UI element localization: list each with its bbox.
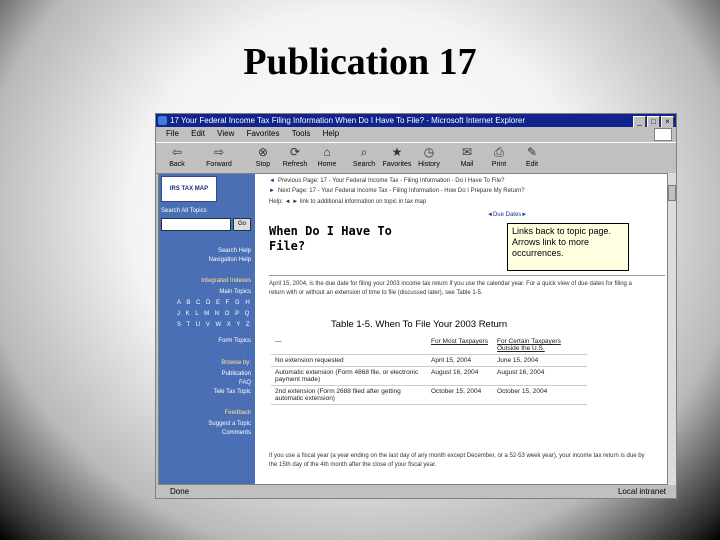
history-button[interactable]: ◷ History bbox=[414, 145, 444, 168]
menu-favorites[interactable]: Favorites bbox=[247, 129, 280, 138]
table-cell: Automatic extension (Form 4868 file, or … bbox=[271, 366, 427, 386]
table-cell: August 16, 2004 bbox=[427, 366, 493, 386]
table-row: Automatic extension (Form 4868 file, or … bbox=[271, 366, 587, 386]
left-arrow-icon: ◄ bbox=[269, 178, 275, 184]
menu-view[interactable]: View bbox=[217, 129, 234, 138]
table-cell: No extension requested bbox=[271, 354, 427, 367]
intro-paragraph: April 15, 2004, is the due date for fili… bbox=[269, 281, 632, 296]
scroll-thumb[interactable] bbox=[668, 185, 676, 201]
main-topics-link[interactable]: Main Topics bbox=[219, 289, 251, 295]
menu-tools[interactable]: Tools bbox=[292, 129, 311, 138]
tax-map-sidebar: IRS TAX MAP Search All Topics Go Search … bbox=[159, 174, 259, 484]
navigation-help-link[interactable]: Navigation Help bbox=[209, 257, 251, 263]
refresh-button[interactable]: ⟳ Refresh bbox=[280, 145, 310, 168]
print-icon: ⎙ bbox=[494, 145, 504, 159]
menu-help[interactable]: Help bbox=[323, 129, 339, 138]
maximize-button[interactable]: □ bbox=[647, 116, 660, 127]
menu-file[interactable]: File bbox=[166, 129, 179, 138]
edit-icon: ✎ bbox=[526, 145, 538, 159]
table-cell: August 16, 2004 bbox=[493, 366, 587, 386]
refresh-icon: ⟳ bbox=[289, 145, 301, 159]
table-header: For Certain Taxpayers Outside the U.S. bbox=[493, 336, 587, 355]
home-icon: ⌂ bbox=[323, 145, 331, 159]
next-page-link[interactable]: ► Next Page: 17 - Your Federal Income Tax… bbox=[269, 188, 525, 194]
title-bar[interactable]: 17 Your Federal Income Tax Filing Inform… bbox=[156, 114, 676, 127]
help-note: Help: ◄ ► link to additional information… bbox=[269, 199, 427, 205]
history-icon: ◷ bbox=[423, 145, 435, 159]
slide-title: Publication 17 bbox=[243, 41, 477, 83]
form-topics-link[interactable]: Form Topics bbox=[218, 338, 251, 344]
home-button[interactable]: ⌂ Home bbox=[312, 145, 342, 168]
table-row: 2nd extension (Form 2688 filed after get… bbox=[271, 385, 587, 405]
favorites-icon: ★ bbox=[391, 145, 403, 159]
fiscal-year-paragraph: If you use a fiscal year (a year ending … bbox=[269, 453, 645, 468]
search-label: Search All Topics bbox=[161, 208, 207, 214]
due-date-table: — For Most Taxpayers For Certain Taxpaye… bbox=[271, 336, 587, 405]
integrated-indexes-heading: Integrated Indexes bbox=[201, 278, 251, 284]
window-title: 17 Your Federal Income Tax Filing Inform… bbox=[170, 116, 525, 125]
table-row: No extension requested April 15, 2004 Ju… bbox=[271, 354, 587, 367]
stop-icon: ⊗ bbox=[257, 145, 269, 159]
security-zone: Local intranet bbox=[617, 487, 666, 496]
close-button[interactable]: × bbox=[661, 116, 674, 127]
forward-button[interactable]: ⇨ Forward bbox=[204, 145, 234, 168]
table-cell: 2nd extension (Form 2688 filed after get… bbox=[271, 385, 427, 405]
table-title: Table 1-5. When To File Your 2003 Return bbox=[331, 319, 508, 330]
table-cell: June 15, 2004 bbox=[493, 354, 587, 367]
comments-link[interactable]: Comments bbox=[222, 430, 251, 436]
browse-by-heading: Browse by: bbox=[221, 360, 251, 366]
suggest-topic-link[interactable]: Suggest a Topic bbox=[208, 421, 251, 427]
mail-icon: ✉ bbox=[461, 145, 473, 159]
tele-tax-topic-link[interactable]: Tele Tax Topic bbox=[214, 389, 251, 395]
table-cell: October 15, 2004 bbox=[493, 385, 587, 405]
browser-window: 17 Your Federal Income Tax Filing Inform… bbox=[155, 113, 677, 499]
table-cell: April 15, 2004 bbox=[427, 354, 493, 367]
due-dates-link[interactable]: ◄Due Dates► bbox=[487, 212, 527, 218]
stop-button[interactable]: ⊗ Stop bbox=[248, 145, 278, 168]
publication-link[interactable]: Publication bbox=[222, 371, 251, 377]
search-input[interactable] bbox=[161, 218, 231, 231]
irs-tax-map-logo[interactable]: IRS TAX MAP bbox=[161, 176, 217, 202]
page-content: IRS TAX MAP Search All Topics Go Search … bbox=[158, 173, 668, 485]
mail-button[interactable]: ✉ Mail bbox=[452, 145, 482, 168]
search-icon: ⌕ bbox=[360, 145, 368, 159]
status-text: Done bbox=[170, 487, 190, 496]
windows-logo-icon bbox=[654, 128, 672, 141]
table-header: For Most Taxpayers bbox=[427, 336, 493, 355]
alpha-index-row[interactable]: S T U V W X Y Z # bbox=[177, 322, 261, 328]
minimize-button[interactable]: _ bbox=[633, 116, 646, 127]
print-button[interactable]: ⎙ Print bbox=[484, 145, 514, 168]
faq-link[interactable]: FAQ bbox=[239, 380, 251, 386]
alpha-index-row[interactable]: A B C D E F G H I bbox=[177, 300, 259, 306]
previous-page-link[interactable]: ◄ Previous Page: 17 - Your Federal Income… bbox=[269, 178, 505, 184]
search-button[interactable]: ⌕ Search bbox=[349, 145, 379, 168]
table-cell: October 15, 2004 bbox=[427, 385, 493, 405]
forward-arrow-icon: ⇨ bbox=[213, 145, 225, 159]
edit-button[interactable]: ✎ Edit bbox=[517, 145, 547, 168]
ie-logo-icon bbox=[158, 116, 167, 125]
right-arrow-icon: ► bbox=[269, 188, 275, 194]
tooltip-callout: Links back to topic page. Arrows link to… bbox=[507, 223, 629, 271]
table-header-row: — For Most Taxpayers For Certain Taxpaye… bbox=[271, 336, 587, 355]
feedback-heading: Feedback bbox=[224, 410, 251, 416]
page-heading: When Do I Have To File? bbox=[269, 224, 392, 253]
status-bar: Done Local intranet bbox=[156, 486, 676, 498]
back-arrow-icon: ⇦ bbox=[171, 145, 183, 159]
menu-bar: File Edit View Favorites Tools Help bbox=[156, 127, 676, 141]
divider bbox=[269, 275, 665, 276]
table-header: — bbox=[271, 336, 427, 355]
menu-edit[interactable]: Edit bbox=[191, 129, 205, 138]
vertical-scrollbar[interactable] bbox=[668, 173, 676, 485]
back-button[interactable]: ⇦ Back bbox=[162, 145, 192, 168]
window-controls: _ □ × bbox=[632, 115, 674, 127]
alpha-index-row[interactable]: J K L M N O P Q R bbox=[177, 311, 261, 317]
favorites-button[interactable]: ★ Favorites bbox=[382, 145, 412, 168]
search-help-link[interactable]: Search Help bbox=[218, 248, 251, 254]
toolbar: ⇦ Back ⇨ Forward ⊗ Stop ⟳ Refresh ⌂ Home ⌕ Sea… bbox=[156, 142, 676, 174]
go-button[interactable]: Go bbox=[233, 218, 251, 231]
